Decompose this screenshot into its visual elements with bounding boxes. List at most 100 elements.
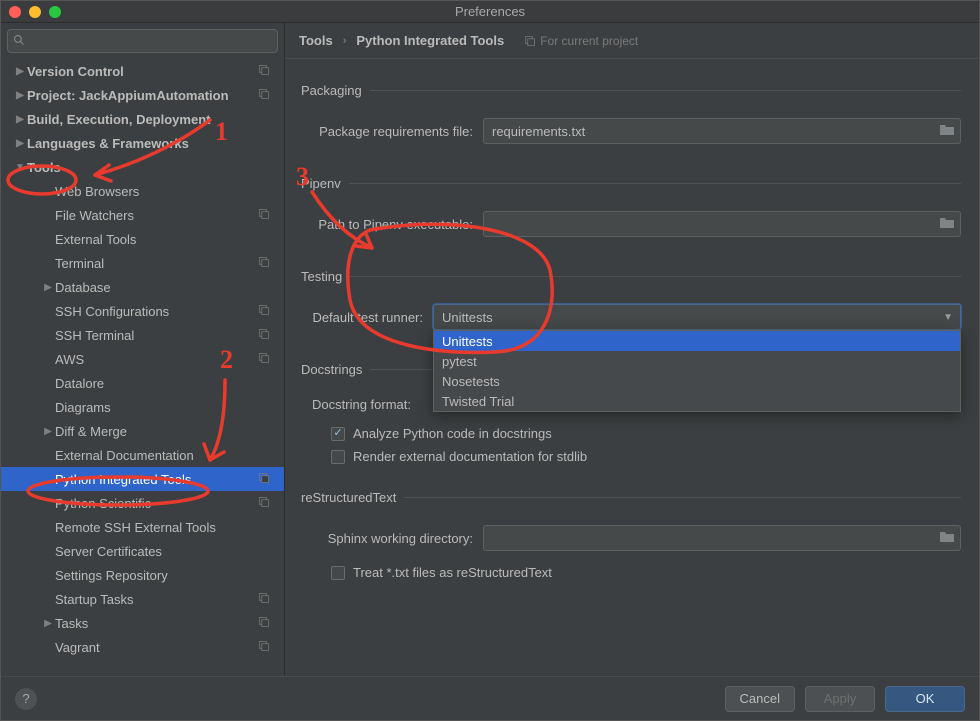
sidebar-item-aws[interactable]: AWS [1,347,284,371]
section-restructuredtext: reStructuredText Sphinx working director… [303,490,961,588]
header: Tools › Python Integrated Tools For curr… [285,23,979,59]
sphinx-dir-label: Sphinx working directory: [303,531,483,546]
package-requirements-input[interactable] [483,118,961,144]
test-runner-option-nosetests[interactable]: Nosetests [434,371,960,391]
sidebar-item-startup-tasks[interactable]: Startup Tasks [1,587,284,611]
sidebar-item-label: Tools [27,160,284,175]
section-packaging-legend: Packaging [301,83,370,98]
browse-folder-icon[interactable] [939,122,957,140]
sidebar-item-tools[interactable]: Tools [1,155,284,179]
footer: ? Cancel Apply OK [1,676,979,720]
sidebar-item-label: Project: JackAppiumAutomation [27,88,284,103]
sidebar-item-version-control[interactable]: Version Control [1,59,284,83]
sidebar-item-label: External Documentation [55,448,284,463]
chevron-down-icon: ▼ [943,312,953,323]
body: Version Control Project: JackAppiumAutoma… [1,23,979,676]
sidebar-item-python-integrated-tools[interactable]: Python Integrated Tools [1,467,284,491]
sidebar-item-ssh-terminal[interactable]: SSH Terminal [1,323,284,347]
chevron-right-icon [41,282,55,293]
ok-button[interactable]: OK [885,686,965,712]
sidebar-item-label: Startup Tasks [55,592,284,607]
sidebar-item-label: Build, Execution, Deployment [27,112,284,127]
test-runner-option-twisted-trial[interactable]: Twisted Trial [434,391,960,411]
sidebar-item-terminal[interactable]: Terminal [1,251,284,275]
default-test-runner-label: Default test runner: [303,310,433,325]
sidebar-item-languages-frameworks[interactable]: Languages & Frameworks [1,131,284,155]
breadcrumb-python-integrated-tools: Python Integrated Tools [356,33,504,48]
sidebar-item-external-tools[interactable]: External Tools [1,227,284,251]
sidebar-item-vagrant[interactable]: Vagrant [1,635,284,659]
browse-folder-icon[interactable] [939,215,957,233]
sidebar-item-build-execution-deployment[interactable]: Build, Execution, Deployment [1,107,284,131]
sidebar-item-datalore[interactable]: Datalore [1,371,284,395]
settings-tree[interactable]: Version Control Project: JackAppiumAutoma… [1,59,284,676]
project-scope-icon [258,592,270,607]
treat-txt-as-rst-checkbox[interactable] [331,566,345,580]
sidebar-item-server-certificates[interactable]: Server Certificates [1,539,284,563]
sidebar-item-label: Web Browsers [55,184,284,199]
sidebar-item-project-jackappiumautomation[interactable]: Project: JackAppiumAutomation [1,83,284,107]
apply-button[interactable]: Apply [805,686,875,712]
chevron-right-icon [41,426,55,437]
sidebar-item-label: External Tools [55,232,284,247]
search-input[interactable] [7,29,278,53]
section-testing-legend: Testing [301,269,350,284]
sidebar-item-label: SSH Configurations [55,304,284,319]
sidebar-item-external-documentation[interactable]: External Documentation [1,443,284,467]
chevron-down-icon [13,162,27,173]
sidebar-item-ssh-configurations[interactable]: SSH Configurations [1,299,284,323]
cancel-button[interactable]: Cancel [725,686,795,712]
breadcrumb-tools[interactable]: Tools [299,33,333,48]
sidebar-item-tasks[interactable]: Tasks [1,611,284,635]
sidebar-item-label: Diff & Merge [55,424,284,439]
test-runner-dropdown[interactable]: UnittestspytestNosetestsTwisted Trial [433,330,961,412]
sidebar-item-label: AWS [55,352,284,367]
package-requirements-label: Package requirements file: [303,124,483,139]
sidebar-item-diagrams[interactable]: Diagrams [1,395,284,419]
sidebar-item-python-scientific[interactable]: Python Scientific [1,491,284,515]
breadcrumb: Tools › Python Integrated Tools [299,33,504,48]
project-scope-icon [258,88,270,103]
browse-folder-icon[interactable] [939,529,957,547]
test-runner-option-unittests[interactable]: Unittests [434,331,960,351]
render-stdlib-docs-label: Render external documentation for stdlib [353,449,587,464]
sidebar-item-remote-ssh-external-tools[interactable]: Remote SSH External Tools [1,515,284,539]
chevron-right-icon: › [343,35,347,47]
analyze-docstrings-label: Analyze Python code in docstrings [353,426,552,441]
chevron-right-icon [41,618,55,629]
pipenv-path-label: Path to Pipenv executable: [303,217,483,232]
render-stdlib-docs-checkbox[interactable] [331,450,345,464]
content: Packaging Package requirements file: Pip… [285,59,979,676]
default-test-runner-select[interactable]: Unittests ▼ [433,304,961,330]
main-panel: Tools › Python Integrated Tools For curr… [285,23,979,676]
titlebar: Preferences [1,1,979,23]
project-scope-icon [258,64,270,79]
chevron-right-icon [13,90,27,101]
project-scope-icon [258,208,270,223]
sidebar-item-file-watchers[interactable]: File Watchers [1,203,284,227]
project-scope-icon [258,352,270,367]
project-scope-icon [258,304,270,319]
pipenv-path-input[interactable] [483,211,961,237]
sidebar-item-diff-merge[interactable]: Diff & Merge [1,419,284,443]
sphinx-dir-input[interactable] [483,525,961,551]
docstring-format-label: Docstring format: [303,397,421,412]
analyze-docstrings-checkbox[interactable] [331,427,345,441]
project-scope-icon [258,328,270,343]
sidebar-item-label: Languages & Frameworks [27,136,284,151]
preferences-window: Preferences Version Control Project: Jack… [0,0,980,721]
sidebar-item-label: File Watchers [55,208,284,223]
sidebar-item-label: Settings Repository [55,568,284,583]
test-runner-option-pytest[interactable]: pytest [434,351,960,371]
project-scope-icon [258,640,270,655]
sidebar-item-web-browsers[interactable]: Web Browsers [1,179,284,203]
section-packaging: Packaging Package requirements file: [303,83,961,158]
sidebar-item-database[interactable]: Database [1,275,284,299]
project-scope-icon [258,256,270,271]
sidebar-item-label: Vagrant [55,640,284,655]
sidebar-item-settings-repository[interactable]: Settings Repository [1,563,284,587]
sidebar-item-label: SSH Terminal [55,328,284,343]
sidebar-item-label: Database [55,280,284,295]
help-button[interactable]: ? [15,688,37,710]
project-scope-icon [258,616,270,631]
